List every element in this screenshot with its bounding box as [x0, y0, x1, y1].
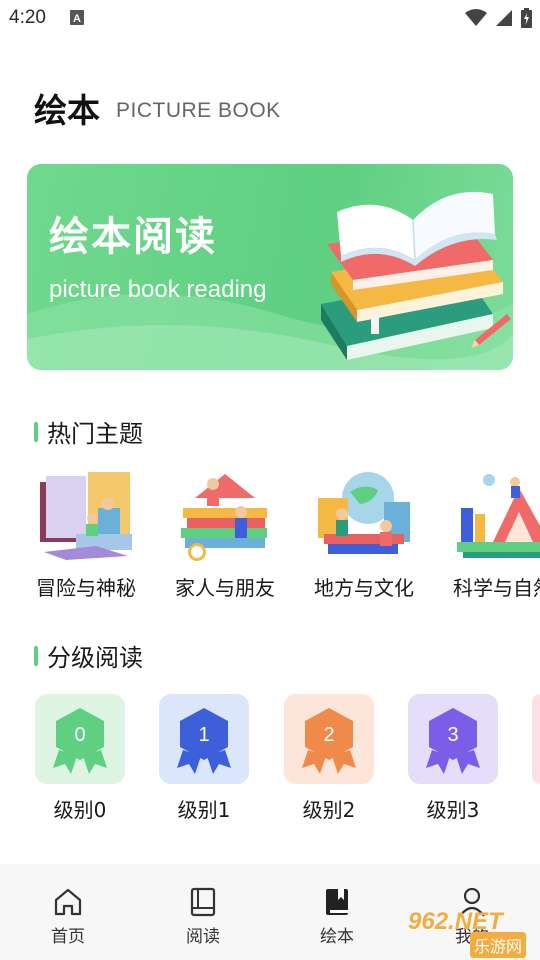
level-badge-icon: 3: [426, 708, 480, 774]
section-title: 热门主题: [47, 420, 143, 448]
topic-culture-illustration: [318, 472, 410, 554]
page-subtitle: PICTURE BOOK: [116, 99, 281, 122]
wifi-icon: [465, 9, 487, 26]
section-graded-reading: 分级阅读: [34, 638, 143, 673]
watermark-subtext: 乐游网: [470, 932, 527, 958]
level-card: 0: [35, 694, 125, 784]
status-bar: 4:20 A: [0, 0, 540, 36]
topic-adventure-illustration: [40, 472, 132, 560]
level-card: 3: [408, 694, 498, 784]
svg-text:A: A: [73, 13, 81, 25]
signal-icon: [496, 10, 512, 26]
home-icon: [54, 888, 82, 916]
banner[interactable]: 绘本阅读 picture book reading: [27, 164, 513, 370]
status-time: 4:20: [9, 7, 46, 28]
topic-family-illustration: [181, 474, 267, 561]
section-accent-bar: [34, 645, 38, 666]
level-label: 级别3: [426, 798, 480, 822]
watermark-logo: 962.NET 乐游网: [404, 908, 538, 958]
topic-label: 地方与文化: [314, 576, 414, 600]
nav-label: 阅读: [186, 927, 220, 947]
level-label: 级别0: [53, 798, 107, 822]
book-stack-illustration: [321, 191, 511, 360]
level-badge-icon: 1: [177, 708, 231, 774]
picture-book-icon: [326, 889, 348, 915]
level-card-partial[interactable]: [532, 694, 540, 784]
topic-label: 科学与自然: [453, 576, 540, 600]
banner-subtitle: picture book reading: [49, 276, 267, 303]
level-badge-icon: 2: [302, 708, 356, 774]
level-number: 0: [74, 724, 85, 746]
nav-reading[interactable]: 阅读: [163, 886, 243, 947]
level-card: 1: [159, 694, 249, 784]
level-label: 级别1: [177, 798, 231, 822]
section-hot-topics: 热门主题: [34, 414, 143, 449]
level-number: 3: [447, 724, 458, 746]
topic-science-illustration: [457, 474, 540, 558]
topic-label: 冒险与神秘: [36, 576, 136, 600]
page-title: 绘本: [34, 91, 100, 130]
section-accent-bar: [34, 421, 38, 442]
battery-icon: [521, 8, 532, 28]
level-number: 2: [323, 724, 334, 746]
nav-label: 首页: [51, 927, 85, 947]
nav-picture-book[interactable]: 绘本: [297, 886, 377, 947]
level-label: 级别2: [302, 798, 356, 822]
nav-label: 绘本: [320, 927, 354, 947]
book-icon: [190, 887, 216, 917]
notification-a-icon: A: [70, 10, 84, 25]
nav-home[interactable]: 首页: [28, 886, 108, 947]
section-title: 分级阅读: [47, 644, 143, 672]
level-number: 1: [198, 724, 209, 746]
level-badge-icon: 0: [53, 708, 107, 774]
topic-label: 家人与朋友: [175, 576, 275, 600]
banner-title: 绘本阅读: [49, 214, 217, 260]
level-card: 2: [284, 694, 374, 784]
